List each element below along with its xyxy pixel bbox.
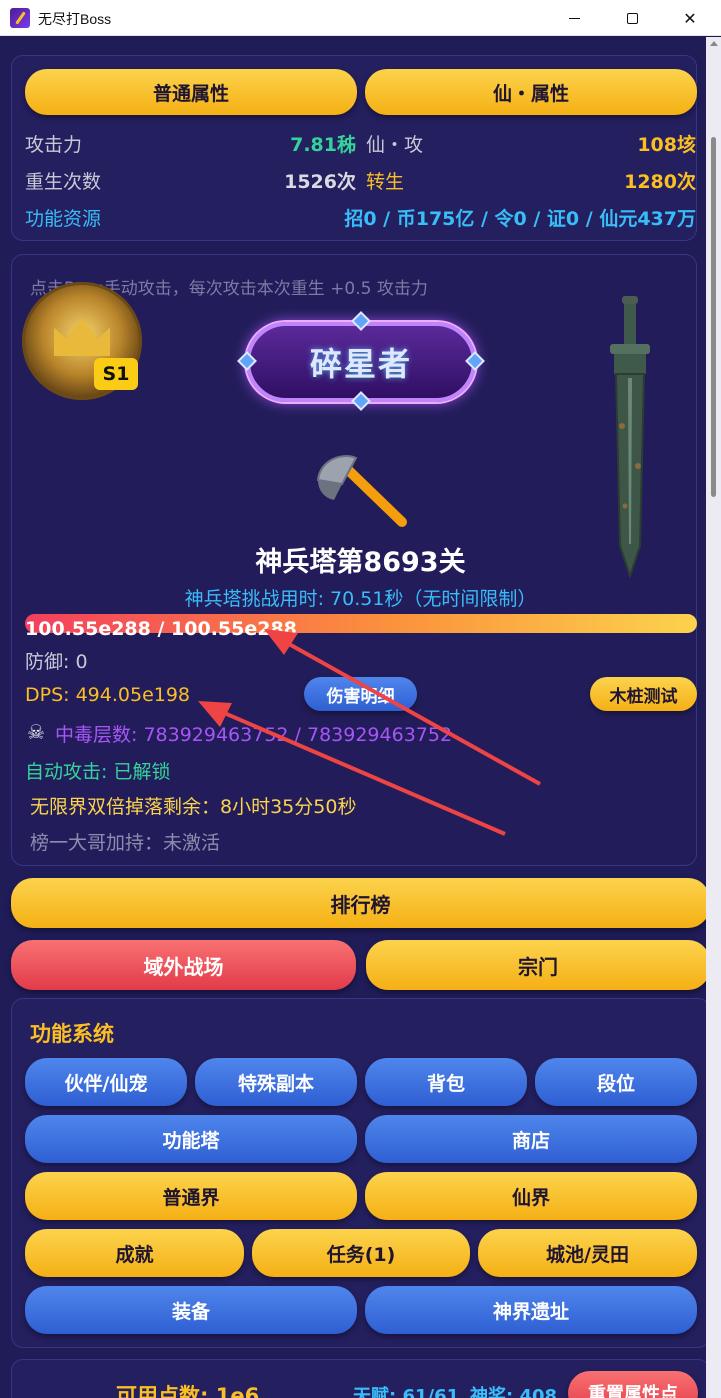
close-button[interactable]: ✕ — [661, 0, 719, 36]
outer-battlefield-button[interactable]: 域外战场 — [11, 940, 356, 990]
function-system-title: 功能系统 — [30, 1022, 114, 1046]
scroll-up-icon[interactable] — [710, 41, 718, 46]
reset-attributes-button[interactable]: 重置属性点 — [568, 1371, 698, 1398]
content-area: 普通属性 仙・属性 攻击力 7.81秭 仙・攻 108垓 重生次数 1526次 … — [0, 37, 706, 1398]
city-farm-button[interactable]: 城池/灵田 — [478, 1229, 697, 1277]
window-title: 无尽打Boss — [38, 11, 112, 27]
annotation-arrow-line — [279, 637, 541, 786]
magic-text: 神奖: 408 — [470, 1386, 558, 1398]
achievement-button[interactable]: 成就 — [25, 1229, 244, 1277]
sect-button[interactable]: 宗门 — [366, 940, 706, 990]
immortal-realm-button[interactable]: 仙界 — [365, 1172, 697, 1220]
scroll-thumb[interactable] — [711, 137, 716, 497]
leaderboard-button[interactable]: 排行榜 — [11, 878, 706, 928]
special-dungeon-button[interactable]: 特殊副本 — [195, 1058, 357, 1106]
backpack-button[interactable]: 背包 — [365, 1058, 527, 1106]
maximize-button[interactable] — [603, 0, 661, 36]
function-tower-button[interactable]: 功能塔 — [25, 1115, 357, 1163]
equipment-button[interactable]: 装备 — [25, 1286, 357, 1334]
annotation-arrowhead — [264, 629, 298, 655]
rank-tier-button[interactable]: 段位 — [535, 1058, 697, 1106]
quest-button[interactable]: 任务(1) — [252, 1229, 470, 1277]
talent-text: 天赋: 61/61 — [353, 1386, 460, 1398]
divine-ruins-button[interactable]: 神界遗址 — [365, 1286, 697, 1334]
partner-pet-button[interactable]: 伙伴/仙宠 — [25, 1058, 187, 1106]
title-bar: 无尽打Boss ✕ — [0, 0, 721, 36]
minimize-icon — [568, 17, 580, 19]
app-icon — [10, 8, 30, 28]
close-icon: ✕ — [683, 8, 697, 28]
minimize-button[interactable] — [545, 0, 603, 36]
maximize-icon — [626, 12, 638, 24]
available-points: 可用点数: 1e6 — [116, 1384, 260, 1398]
normal-realm-button[interactable]: 普通界 — [25, 1172, 357, 1220]
annotation-arrows — [198, 629, 541, 836]
scrollbar[interactable] — [706, 37, 721, 1398]
annotation-arrow-line — [214, 707, 506, 836]
shop-button[interactable]: 商店 — [365, 1115, 697, 1163]
